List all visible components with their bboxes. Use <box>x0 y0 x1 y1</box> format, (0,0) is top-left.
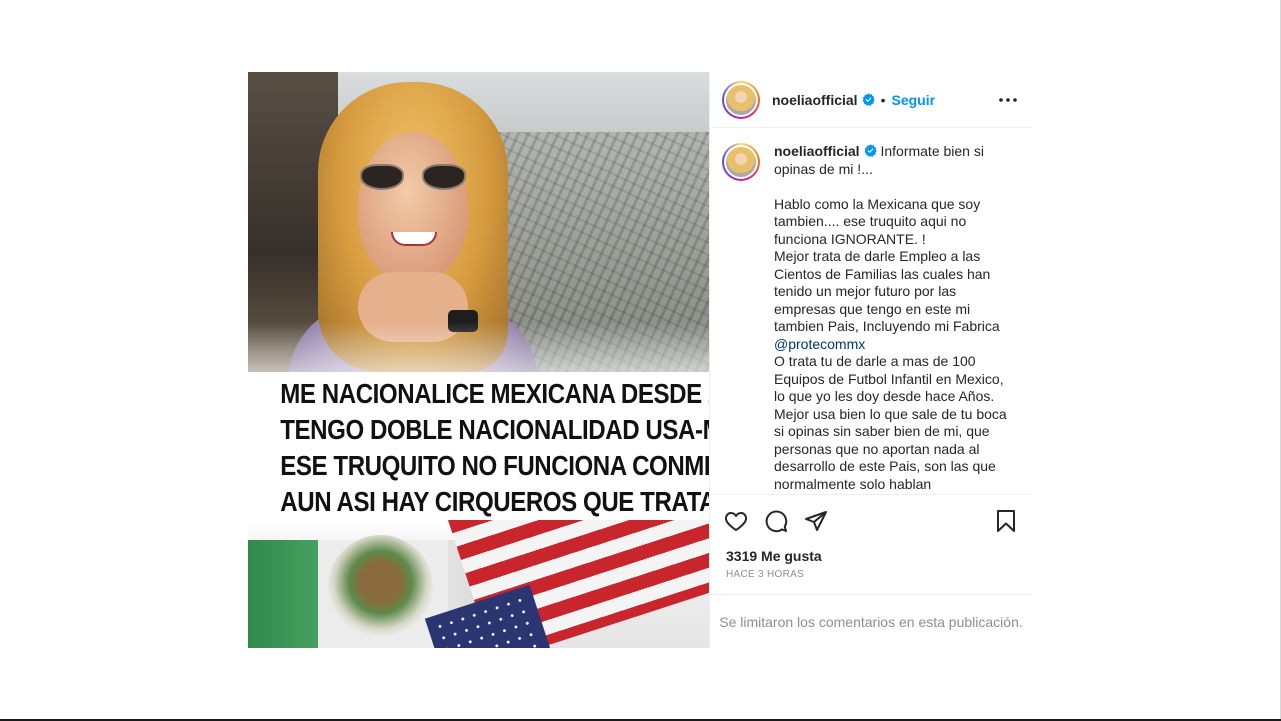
header-username[interactable]: noeliaofficial <box>772 92 858 108</box>
header-separator: • <box>880 91 886 108</box>
action-bar <box>710 494 1032 546</box>
avatar[interactable] <box>722 80 760 119</box>
image-text-line-3: ESE TRUQUITO NO FUNCIONA CONMIGO. <box>280 450 709 481</box>
mention-link[interactable]: @protecommx <box>774 336 865 352</box>
follow-button[interactable]: Seguir <box>891 92 935 108</box>
verified-badge-icon <box>862 93 875 106</box>
image-text-line-1: ME NACIONALICE MEXICANA DESDE 2011 <box>280 378 709 409</box>
caption-verified-badge-icon <box>864 144 877 157</box>
caption-text: noeliaofficial Informate bien si opinas … <box>774 143 1009 494</box>
caption-body-2: O trata tu de darle a mas de 100 Equipos… <box>774 353 1007 492</box>
flags-image <box>248 520 709 648</box>
post-image[interactable]: ME NACIONALICE MEXICANA DESDE 2011 TENGO… <box>248 72 709 648</box>
post-side-panel: noeliaofficial • Seguir noeliaofficial I… <box>709 72 1032 648</box>
comment-icon[interactable] <box>762 507 790 535</box>
mexico-flag-green <box>248 540 318 648</box>
instagram-post: ME NACIONALICE MEXICANA DESDE 2011 TENGO… <box>248 72 1032 648</box>
sunglasses <box>360 164 466 194</box>
mexico-coat-of-arms <box>328 535 433 640</box>
post-header: noeliaofficial • Seguir <box>710 72 1032 128</box>
image-text-line-4: AUN ASI HAY CIRQUEROS QUE TRATAN... <box>280 486 709 517</box>
likes-count[interactable]: 3319 Me gusta <box>726 548 822 564</box>
woman-face <box>358 132 468 282</box>
caption-username[interactable]: noeliaofficial <box>774 143 860 159</box>
comments-limited-notice: Se limitaron los comentarios en esta pub… <box>710 594 1032 648</box>
share-icon[interactable] <box>802 507 830 535</box>
caption-body-1: Informate bien si opinas de mi !... Habl… <box>774 143 1000 334</box>
more-options-icon[interactable] <box>996 88 1020 112</box>
post-timestamp[interactable]: HACE 3 HORAS <box>726 569 804 580</box>
caption-avatar[interactable] <box>722 143 760 181</box>
caption-area: noeliaofficial Informate bien si opinas … <box>710 129 1032 494</box>
smile <box>391 232 437 246</box>
bookmark-icon[interactable] <box>992 507 1020 535</box>
heart-icon[interactable] <box>722 507 750 535</box>
image-text-line-2: TENGO DOBLE NACIONALIDAD USA-MEX <box>280 414 709 445</box>
